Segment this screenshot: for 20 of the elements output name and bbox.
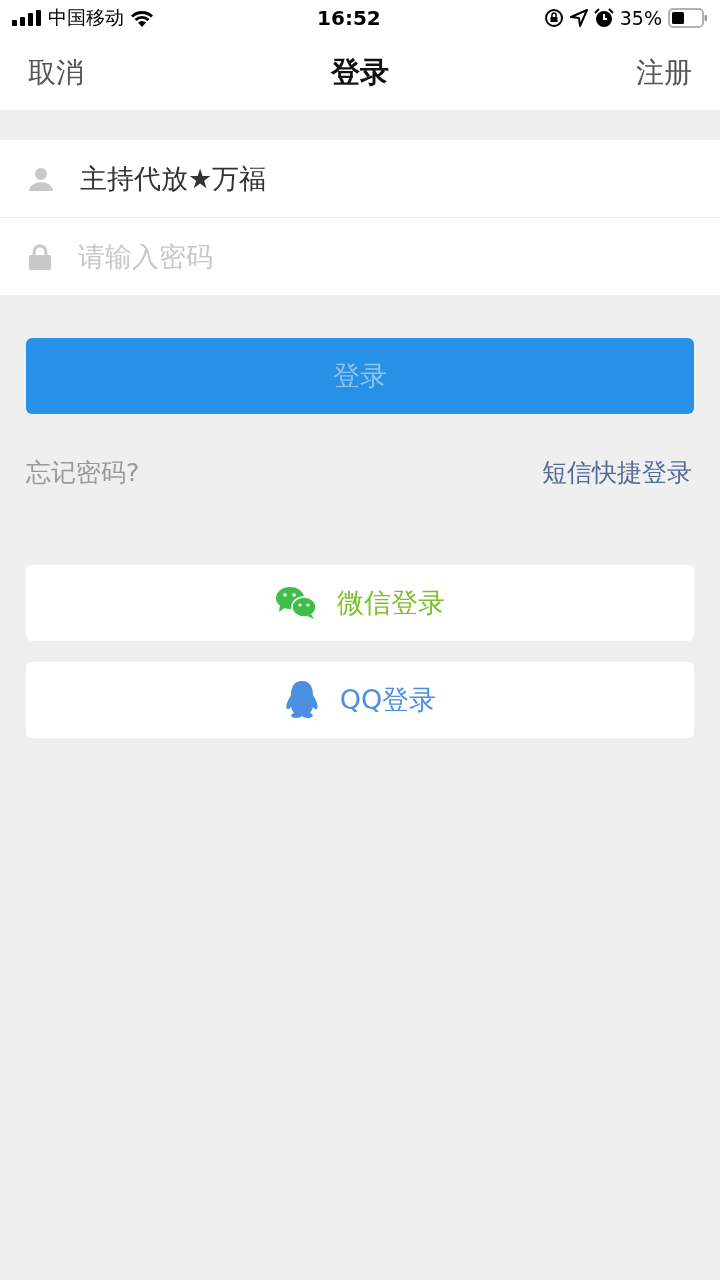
sms-login-link[interactable]: 短信快捷登录 (542, 456, 692, 489)
forgot-password-link[interactable]: 忘记密码? (26, 456, 140, 489)
location-icon (569, 9, 588, 27)
username-field[interactable]: 主持代放★万福 (80, 163, 640, 194)
penguin-icon (283, 680, 320, 720)
register-link[interactable]: 注册 (636, 54, 692, 92)
signal-icon (12, 10, 42, 26)
rotation-lock-icon (543, 8, 564, 28)
chat-bubbles-icon (275, 586, 317, 620)
battery-icon (668, 8, 708, 28)
alarm-icon (593, 8, 614, 28)
qq-login-button[interactable]: QQ登录 (26, 662, 694, 738)
carrier-name: 中国移动 (48, 5, 124, 30)
user-icon (28, 165, 54, 192)
cancel-link[interactable]: 取消 (28, 54, 84, 92)
status-time: 16:52 (317, 6, 381, 30)
battery-percent: 35% (619, 7, 662, 29)
page-title: 登录 (331, 54, 389, 91)
wifi-icon (130, 9, 154, 27)
lock-icon (28, 243, 52, 270)
